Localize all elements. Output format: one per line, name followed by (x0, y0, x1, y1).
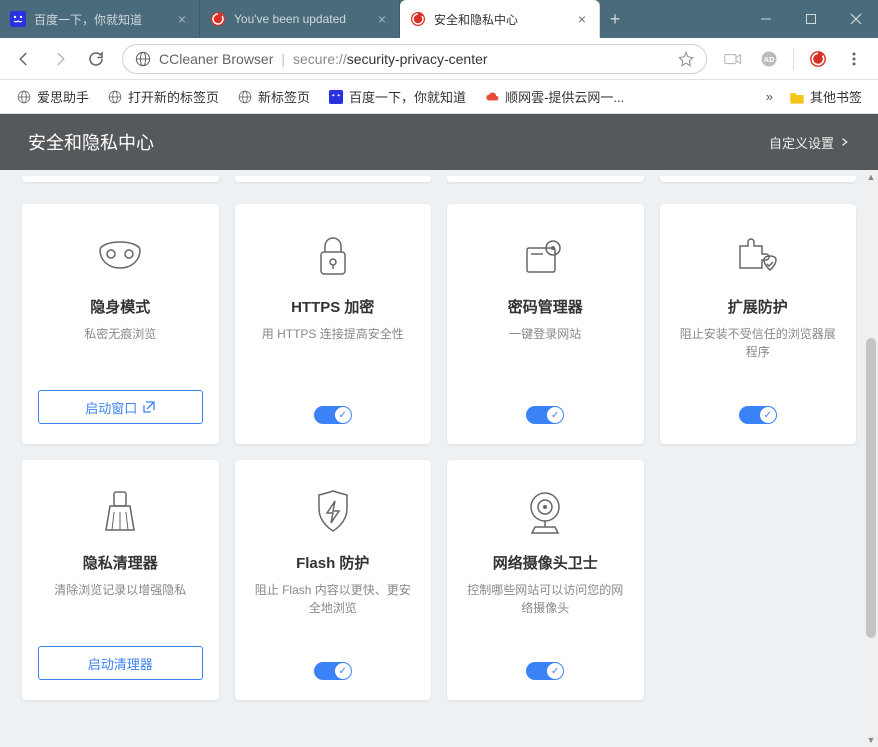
ccleaner-icon (410, 11, 426, 27)
baidu-icon (328, 89, 344, 105)
address-bar[interactable]: CCleaner Browser | secure://security-pri… (122, 44, 707, 74)
reload-button[interactable] (80, 43, 112, 75)
bookmark-item[interactable]: 新标签页 (231, 84, 316, 109)
folder-icon (789, 90, 805, 104)
tab-title: You've been updated (234, 12, 367, 26)
menu-button[interactable] (838, 43, 870, 75)
card-desc: 清除浏览记录以增强隐私 (54, 581, 186, 599)
close-icon[interactable]: × (175, 12, 189, 26)
browser-tab-0[interactable]: 百度一下，你就知道 × (0, 0, 200, 38)
cloud-icon (484, 89, 500, 105)
window-controls (743, 0, 878, 38)
launch-icon (143, 401, 155, 413)
scroll-up-arrow[interactable]: ▲ (864, 170, 878, 184)
extension-toggle[interactable]: ✓ (739, 406, 777, 424)
card-title: 扩展防护 (728, 296, 788, 317)
puzzle-shield-icon (734, 228, 782, 284)
ccleaner-icon (210, 11, 226, 27)
launch-window-button[interactable]: 启动窗口 (38, 390, 203, 424)
svg-text:AD: AD (764, 55, 775, 64)
star-icon[interactable] (678, 51, 694, 67)
card-desc: 用 HTTPS 连接提高安全性 (262, 325, 404, 343)
card-webcam: 网络摄像头卫士 控制哪些网站可以访问您的网络摄像头 ✓ (447, 460, 644, 700)
bookmarks-bar: 爱思助手 打开新的标签页 新标签页 百度一下，你就知道 顺网雲-提供云网一...… (0, 80, 878, 114)
content-area: 隐身模式 私密无痕浏览 启动窗口 HTTPS 加密 用 HTTPS 连接提高安全… (0, 170, 878, 747)
globe-icon (107, 89, 123, 105)
adblock-icon[interactable]: AD (753, 43, 785, 75)
tab-title: 百度一下，你就知道 (34, 11, 167, 28)
bookmarks-overflow[interactable]: » (762, 86, 777, 107)
close-icon[interactable]: × (575, 12, 589, 26)
flash-shield-icon (313, 484, 353, 540)
card-title: 密码管理器 (508, 296, 583, 317)
close-icon[interactable]: × (375, 12, 389, 26)
card-title: 网络摄像头卫士 (493, 552, 598, 573)
page-header: 安全和隐私中心 自定义设置 (0, 114, 878, 170)
password-toggle[interactable]: ✓ (526, 406, 564, 424)
close-window-button[interactable] (833, 0, 878, 38)
bookmark-item[interactable]: 顺网雲-提供云网一... (478, 84, 630, 109)
key-icon (523, 228, 567, 284)
lock-icon (315, 228, 351, 284)
bookmark-item[interactable]: 爱思助手 (10, 84, 95, 109)
flash-toggle[interactable]: ✓ (314, 662, 352, 680)
launch-cleaner-button[interactable]: 启动清理器 (38, 646, 203, 680)
new-tab-button[interactable]: + (600, 0, 630, 38)
other-bookmarks-folder[interactable]: 其他书签 (783, 84, 868, 109)
bookmark-item[interactable]: 百度一下，你就知道 (322, 84, 472, 109)
ccleaner-menu-icon[interactable] (802, 43, 834, 75)
card-title: Flash 防护 (296, 552, 369, 573)
scroll-thumb[interactable] (866, 338, 876, 638)
scroll-down-arrow[interactable]: ▼ (864, 733, 878, 747)
minimize-button[interactable] (743, 0, 788, 38)
browser-tab-2[interactable]: 安全和隐私中心 × (400, 0, 600, 38)
maximize-button[interactable] (788, 0, 833, 38)
tab-title: 安全和隐私中心 (434, 11, 567, 28)
card-password: 密码管理器 一键登录网站 ✓ (447, 204, 644, 444)
card-https: HTTPS 加密 用 HTTPS 连接提高安全性 ✓ (235, 204, 432, 444)
globe-icon (237, 89, 253, 105)
broom-icon (102, 484, 138, 540)
mask-icon (96, 228, 144, 284)
card-desc: 私密无痕浏览 (84, 325, 156, 343)
site-info-icon[interactable] (135, 51, 151, 67)
baidu-icon (10, 11, 26, 27)
address-separator: | (281, 51, 285, 67)
customize-settings-link[interactable]: 自定义设置 (769, 133, 850, 152)
page-title: 安全和隐私中心 (28, 129, 154, 155)
toolbar: CCleaner Browser | secure://security-pri… (0, 38, 878, 80)
toolbar-divider (793, 48, 794, 70)
card-incognito: 隐身模式 私密无痕浏览 启动窗口 (22, 204, 219, 444)
browser-tab-1[interactable]: You've been updated × (200, 0, 400, 38)
card-title: 隐身模式 (90, 296, 150, 317)
card-privacy-cleaner: 隐私清理器 清除浏览记录以增强隐私 启动清理器 (22, 460, 219, 700)
webcam-toggle[interactable]: ✓ (526, 662, 564, 680)
url-text: secure://security-privacy-center (293, 51, 670, 67)
card-title: HTTPS 加密 (291, 296, 374, 317)
vertical-scrollbar[interactable]: ▲ ▼ (864, 170, 878, 747)
forward-button[interactable] (44, 43, 76, 75)
card-flash: Flash 防护 阻止 Flash 内容以更快、更安全地浏览 ✓ (235, 460, 432, 700)
webcam-icon (525, 484, 565, 540)
card-desc: 一键登录网站 (509, 325, 581, 343)
card-desc: 阻止 Flash 内容以更快、更安全地浏览 (251, 581, 416, 617)
feature-grid: 隐身模式 私密无痕浏览 启动窗口 HTTPS 加密 用 HTTPS 连接提高安全… (0, 182, 878, 722)
bookmark-item[interactable]: 打开新的标签页 (101, 84, 225, 109)
browser-brand: CCleaner Browser (159, 51, 273, 67)
card-desc: 控制哪些网站可以访问您的网络摄像头 (463, 581, 628, 617)
titlebar: 百度一下，你就知道 × You've been updated × 安全和隐私中… (0, 0, 878, 38)
https-toggle[interactable]: ✓ (314, 406, 352, 424)
globe-icon (16, 89, 32, 105)
card-extension: 扩展防护 阻止安装不受信任的浏览器展程序 ✓ (660, 204, 857, 444)
camera-icon[interactable] (717, 43, 749, 75)
card-title: 隐私清理器 (83, 552, 158, 573)
back-button[interactable] (8, 43, 40, 75)
card-desc: 阻止安装不受信任的浏览器展程序 (676, 325, 841, 361)
